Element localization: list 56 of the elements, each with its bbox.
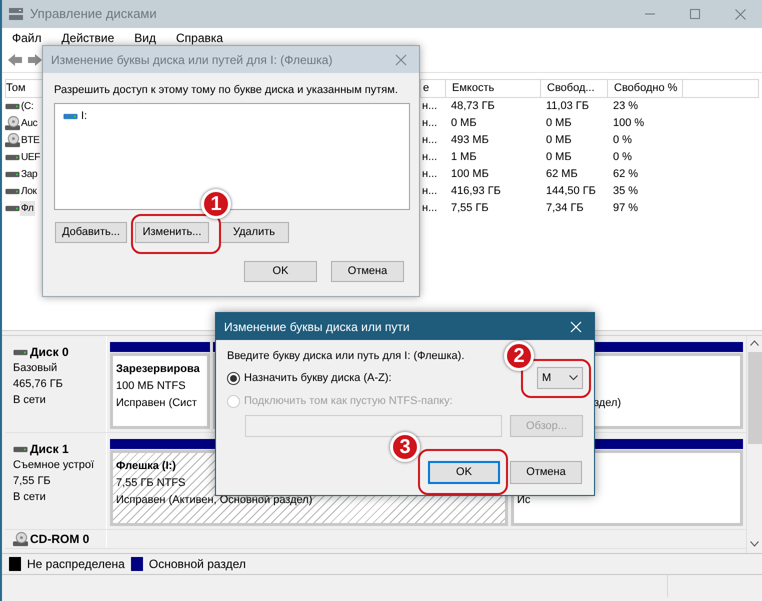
step-badge: 3 <box>390 432 420 462</box>
table-cell-text: 35 % <box>613 184 638 200</box>
radio-label: Назначить букву диска (A-Z): <box>244 370 392 386</box>
table-cell-text: н... <box>422 116 438 132</box>
table-cell-text: 0 МБ <box>546 133 572 148</box>
disk-detail: 465,76 ГБ <box>13 377 63 392</box>
disk-detail: Базовый <box>13 361 58 376</box>
table-cell-text: 493 МБ <box>451 133 489 148</box>
partition-detail: Исправен (Сист <box>116 396 197 411</box>
table-cell-text: н... <box>422 167 438 182</box>
table-cell-text: 0 % <box>613 150 632 166</box>
table-cell-text: 23 % <box>613 99 638 114</box>
table-cell-text: 144,50 ГБ <box>546 184 596 200</box>
dialog-prompt: Введите букву диска или путь для I: (Флешка). <box>227 349 464 364</box>
table-cell-text: н... <box>422 150 438 166</box>
radio-label: Подключить том как пустую NTFS-папку: <box>244 394 453 409</box>
dialog-prompt: Разрешить доступ к этому тому по букве диска и указанным путям. <box>54 83 398 98</box>
disk-name: Диск 1 <box>30 441 69 457</box>
table-cell-text: 0 МБ <box>546 150 572 166</box>
table-cell-text: н... <box>422 201 438 216</box>
partition-detail: здел) <box>594 396 622 411</box>
table-cell-text: 11,03 ГБ <box>546 99 589 114</box>
table-cell-text: 48,73 ГБ <box>451 99 495 114</box>
legend-label: Основной раздел <box>148 556 246 573</box>
legend-label: Не распределена <box>27 556 125 573</box>
window-title: Изменение буквы диска или пути <box>224 318 410 336</box>
table-cell-text: н... <box>422 184 438 200</box>
table-cell-text: 97 % <box>613 201 638 216</box>
table-cell-text: 7,34 ГБ <box>546 201 584 216</box>
table-cell-text: 0 МБ <box>546 116 572 132</box>
table-cell-text: 100 % <box>613 116 644 132</box>
disk-detail: Съемное устрої <box>13 458 94 473</box>
table-cell-text: 1 МБ <box>451 150 477 166</box>
disk-detail: В сети <box>13 393 46 408</box>
step-badge: 2 <box>504 341 534 371</box>
table-cell-text: н... <box>422 133 438 148</box>
table-cell-text: 0 МБ <box>451 116 477 132</box>
table-cell-text: 62 МБ <box>546 167 578 182</box>
partition-detail: Исправен (Активен, Основной раздел) <box>116 493 312 508</box>
partition-detail: Ис <box>517 493 530 508</box>
disk-detail: 7,55 ГБ <box>13 474 51 489</box>
window-title: Управление дисками <box>30 5 157 24</box>
table-cell-text: н... <box>422 99 438 114</box>
window-title: Изменение буквы диска или путей для I: (Флешка) <box>51 52 332 68</box>
disk-name: Диск 0 <box>30 344 69 360</box>
partition-name: Зарезервирова <box>116 362 200 377</box>
partition-detail: 7,55 ГБ NTFS <box>116 476 186 491</box>
table-cell-text: 100 МБ <box>451 167 489 182</box>
table-cell-text: 0 % <box>613 133 632 148</box>
table-cell-text: 416,93 ГБ <box>451 184 501 200</box>
partition-detail: 100 МБ NTFS <box>116 379 186 394</box>
disk-detail: В сети <box>13 490 46 505</box>
disk-name: CD-ROM 0 <box>30 531 90 547</box>
table-cell-text: 62 % <box>613 167 638 182</box>
partition-name: Флешка (I:) <box>116 459 176 474</box>
table-cell-text: 7,55 ГБ <box>451 201 489 216</box>
